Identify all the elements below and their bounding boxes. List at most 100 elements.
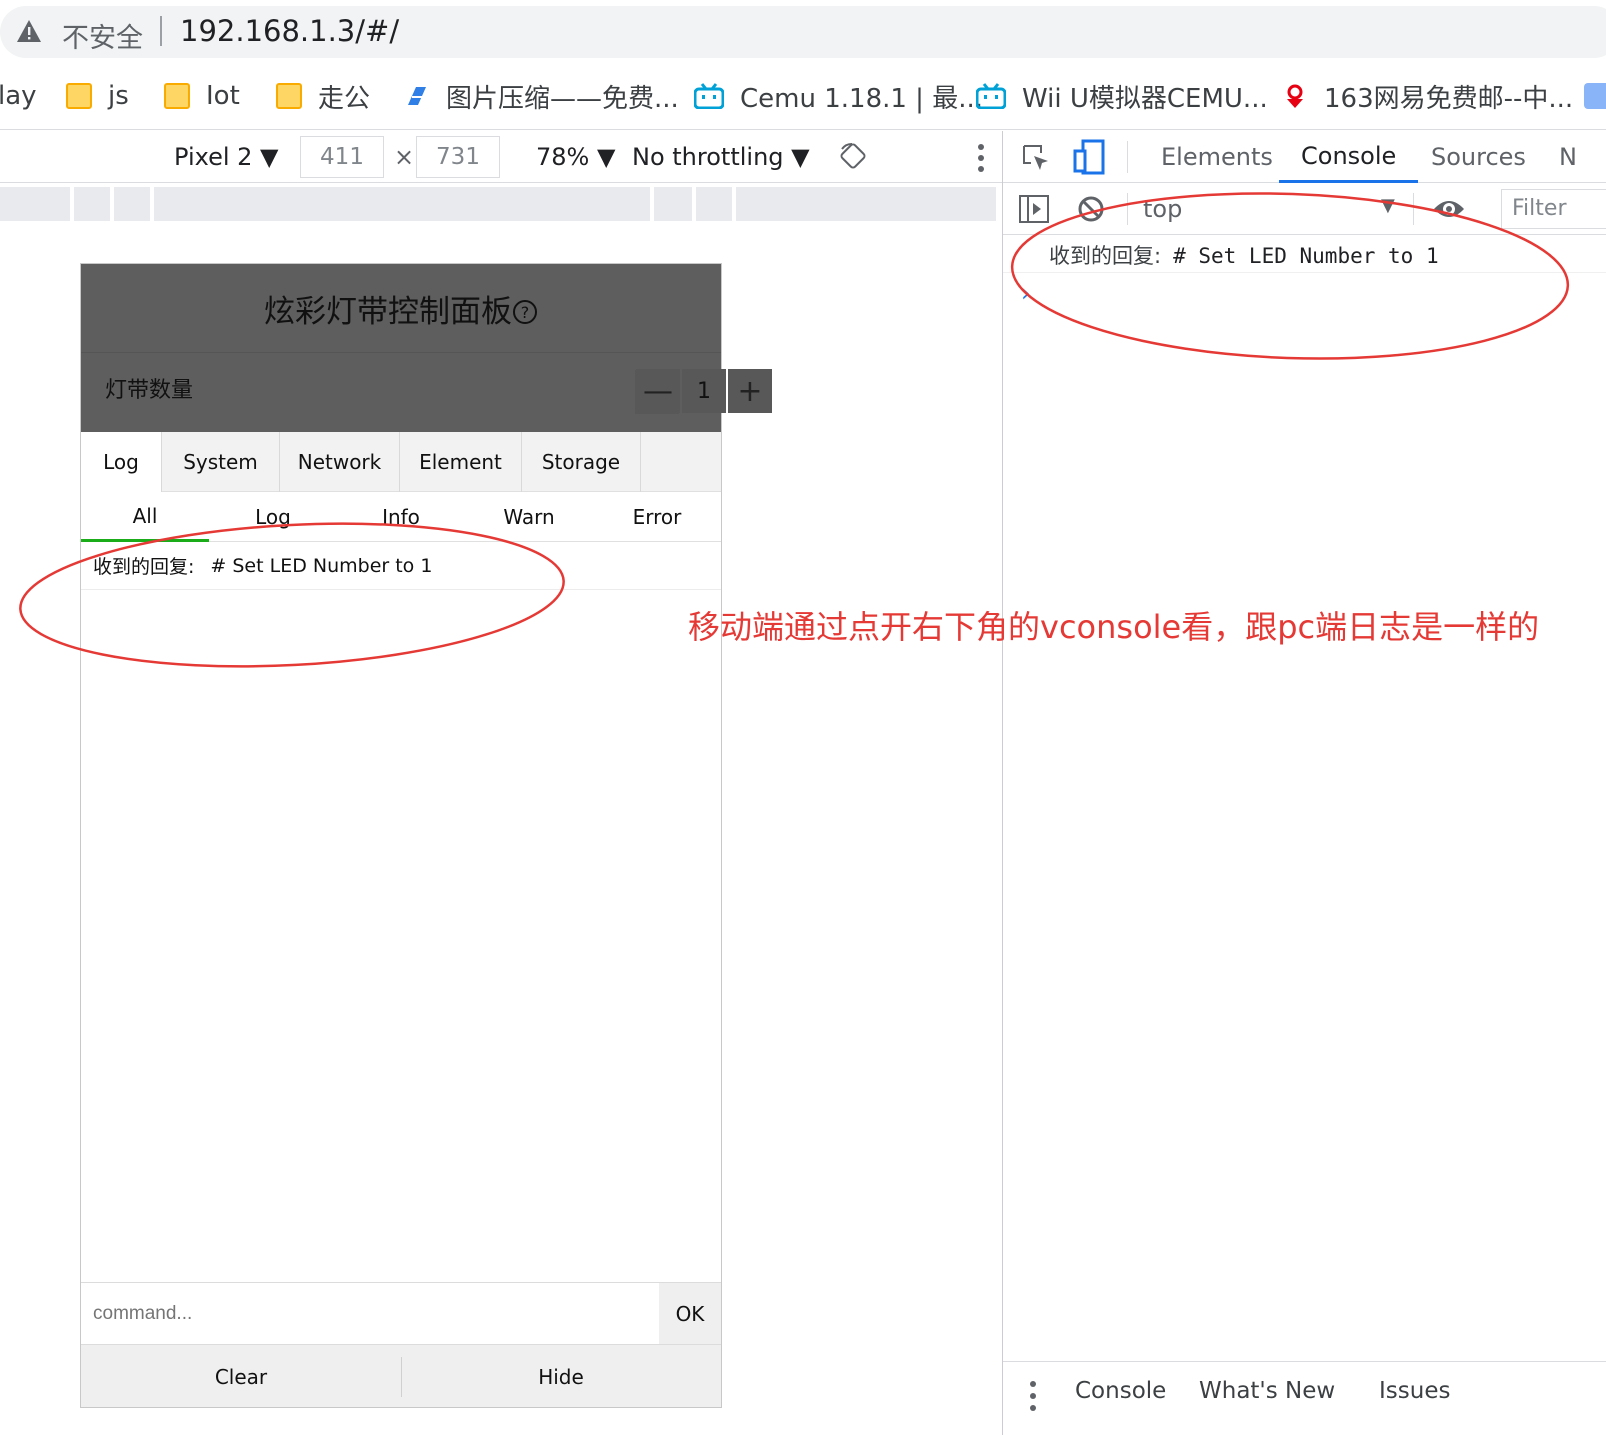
console-prompt-icon[interactable]: › [1021,279,1031,307]
vconsole-log-line: 收到的回复: # Set LED Number to 1 [81,542,721,590]
drawer-menu-icon[interactable] [1029,1380,1037,1412]
ruler-segment[interactable] [736,187,996,221]
led-count-value: 1 [682,369,726,413]
bookmark-label: js [108,81,129,111]
ruler-segment[interactable] [74,187,110,221]
command-row: OK [81,1282,721,1344]
bookmark-overflow[interactable] [1584,76,1606,116]
ok-button[interactable]: OK [659,1283,721,1344]
bookmark-label: 走公 [318,83,371,114]
device-select[interactable]: Pixel 2 ▼ [174,143,279,171]
bookmark-163[interactable]: 163网易免费邮--中... [1282,76,1573,116]
log-message: # Set LED Number to 1 [1173,244,1439,268]
url-text[interactable]: 192.168.1.3/#/ [180,14,399,48]
bookmark-cemu[interactable]: Cemu 1.18.1 | 最... [694,76,983,116]
rotate-icon[interactable] [838,141,868,171]
page-title: 炫彩灯带控制面板? [81,286,721,331]
bookmark-label: Wii U模拟器CEMU... [1022,83,1268,114]
more-options-icon[interactable] [976,143,986,173]
drawer-tab-console[interactable]: Console [1075,1378,1166,1404]
log-message: # Set LED Number to 1 [210,554,433,577]
bookmark-iot[interactable]: Iot [164,76,240,116]
tab-system[interactable]: System [162,432,280,492]
throttling-select[interactable]: No throttling ▼ [632,143,810,171]
decrement-button[interactable]: — [636,369,680,413]
folder-icon [164,83,190,109]
security-label[interactable]: 不安全 [62,16,143,55]
tab-network[interactable]: N [1559,131,1577,183]
width-input[interactable]: 411 [300,136,384,178]
ruler-segment[interactable] [696,187,732,221]
subtab-error[interactable]: Error [593,492,721,542]
drawer-tab-issues[interactable]: Issues [1379,1378,1450,1404]
annotation-note: 移动端通过点开右下角的vconsole看，跟pc端日志是一样的 [688,608,1540,646]
netease-icon [1287,84,1303,108]
led-count-label: 灯带数量 [105,378,194,403]
folder-icon [276,83,302,109]
device-toggle-icon[interactable] [1073,139,1105,175]
bookmark-label: lay [0,81,37,111]
zoom-select[interactable]: 78% ▼ [536,143,615,171]
bookmark-label: Cemu 1.18.1 | 最... [740,83,984,114]
page-title-text: 炫彩灯带控制面板 [264,294,512,330]
devtools-panel: Elements Console Sources N top ▼ Filter … [1002,131,1606,1435]
increment-button[interactable]: + [728,369,772,413]
tab-network[interactable]: Network [280,432,400,492]
clear-console-icon[interactable] [1077,195,1105,223]
header-divider [81,352,721,353]
subtab-all[interactable]: All [81,492,209,542]
subtab-warn[interactable]: Warn [465,492,593,542]
filter-input[interactable]: Filter [1501,189,1606,229]
app-header: 炫彩灯带控制面板? 灯带数量 [81,264,721,432]
devtools-tabbar: Elements Console Sources N [1003,131,1606,183]
device-name: Pixel 2 [174,143,253,171]
bookmarks-bar: lay js Iot 走公 图片压缩——免费... Cemu 1.18.1 | … [0,64,1606,130]
drawer-tab-whats-new[interactable]: What's New [1199,1378,1335,1404]
bookmark-js[interactable]: js [66,76,129,116]
context-select[interactable]: top [1143,195,1182,223]
device-toolbar: Pixel 2 ▼ 411 × 731 78% ▼ No throttling … [0,131,1002,183]
height-input[interactable]: 731 [416,136,500,178]
ruler-segment[interactable] [114,187,150,221]
bookmark-lay[interactable]: lay [0,76,37,116]
toolbar-divider [1413,193,1414,225]
throttling-value: No throttling [632,143,784,171]
sidebar-toggle-icon[interactable] [1019,195,1049,223]
inspect-element-icon[interactable] [1021,143,1051,173]
ruler-segment[interactable] [154,187,650,221]
console-log-line: 收到的回复: # Set LED Number to 1 [1003,235,1606,273]
tab-log[interactable]: Log [81,432,162,492]
ruler-segment[interactable] [654,187,692,221]
minus-glyph: — [643,373,673,409]
divider [160,16,162,46]
tab-elements[interactable]: Elements [1161,131,1273,183]
bookmark-zougong[interactable]: 走公 [276,76,370,116]
tab-storage[interactable]: Storage [522,432,641,492]
tab-element[interactable]: Element [400,432,522,492]
bookmark-wiiu[interactable]: Wii U模拟器CEMU... [976,76,1268,116]
clear-button[interactable]: Clear [81,1345,401,1408]
times-sign: × [394,143,415,171]
bookmark-tinypng[interactable]: 图片压缩——免费... [404,76,679,116]
tab-sources[interactable]: Sources [1431,131,1526,183]
media-query-ruler [0,187,1002,221]
command-input[interactable] [81,1283,659,1344]
subtab-info[interactable]: Info [337,492,465,542]
bookmark-label: 图片压缩——免费... [446,83,679,114]
vconsole-tabbar: Log System Network Element Storage [81,432,721,492]
eye-icon[interactable] [1433,197,1465,221]
vconsole-footer: Clear Hide [81,1344,721,1407]
bookmark-label: Iot [206,81,240,111]
address-bar: 不安全 192.168.1.3/#/ [0,0,1606,64]
hide-button[interactable]: Hide [401,1345,721,1408]
vconsole-log-filter: All Log Info Warn Error [81,492,721,542]
folder-icon [66,83,92,109]
warning-icon[interactable] [16,18,42,44]
help-icon[interactable]: ? [512,299,538,325]
subtab-log[interactable]: Log [209,492,337,542]
ruler-segment[interactable] [0,187,70,221]
plus-glyph: + [737,373,763,409]
help-glyph: ? [521,303,530,322]
dropdown-arrow-icon[interactable]: ▼ [1381,195,1395,216]
tab-console[interactable]: Console [1279,131,1419,183]
